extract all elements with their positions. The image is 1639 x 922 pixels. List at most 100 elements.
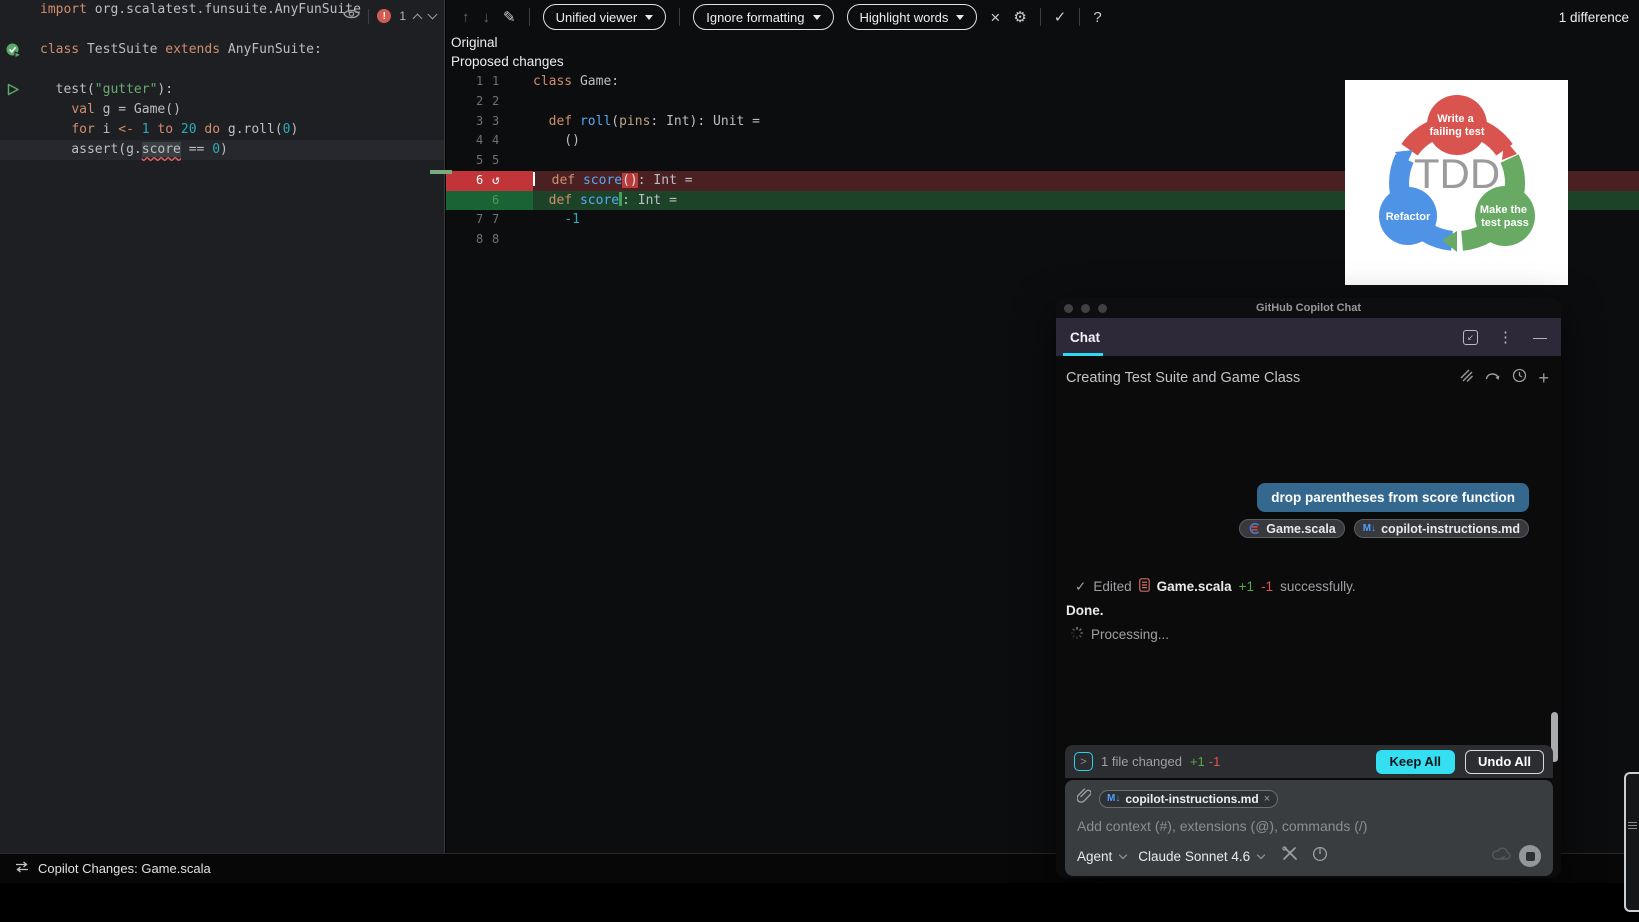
- tools-icon[interactable]: [1282, 846, 1298, 866]
- code-line[interactable]: class TestSuite extends AnyFunSuite:: [0, 40, 444, 60]
- new-chat-icon[interactable]: +: [1538, 369, 1549, 387]
- line-number: 4: [476, 133, 484, 148]
- paperclip-icon[interactable]: [1076, 788, 1092, 809]
- code-token: org.scalatest.funsuite.AnyFunSuite: [94, 2, 361, 17]
- keep-all-button[interactable]: Keep All: [1375, 749, 1456, 774]
- code-line[interactable]: test("gutter"):: [0, 80, 444, 100]
- chat-input-panel[interactable]: M↓ copilot-instructions.md × Add context…: [1065, 780, 1553, 876]
- formatting-dropdown[interactable]: Ignore formatting: [693, 4, 834, 30]
- code-line[interactable]: val g = Game(): [0, 100, 444, 120]
- history-clock-icon[interactable]: [1512, 368, 1527, 388]
- original-label: Original: [451, 35, 498, 50]
- code-line[interactable]: for i <- 1 to 20 do g.roll(0): [0, 120, 444, 140]
- run-class-gutter-icon[interactable]: [6, 43, 23, 64]
- code-token: class: [533, 74, 580, 89]
- diff-code: def score(): Int =: [533, 171, 693, 191]
- status-label[interactable]: Copilot Changes: Game.scala: [38, 861, 211, 876]
- inspection-widget[interactable]: ! 1: [343, 5, 438, 27]
- processing-row: Processing...: [1070, 626, 1169, 643]
- tdd-left-label: Refactor: [1386, 211, 1431, 223]
- next-change-icon[interactable]: ↓: [483, 10, 491, 25]
- change-scroll-marker: [430, 170, 452, 174]
- chat-input-field[interactable]: Add context (#), extensions (@), command…: [1077, 818, 1541, 834]
- code-token: ): [290, 122, 299, 137]
- run-test-gutter-icon[interactable]: [7, 83, 20, 101]
- next-error-icon[interactable]: [427, 9, 438, 19]
- stop-button[interactable]: [1519, 845, 1541, 867]
- tdd-center-label: TDD: [1414, 150, 1500, 197]
- code-token: for: [71, 122, 103, 137]
- tab-chat[interactable]: Chat: [1070, 330, 1100, 345]
- edit-icon[interactable]: ✎: [503, 10, 516, 25]
- line-number: 3: [492, 113, 500, 128]
- done-message: Done.: [1066, 603, 1104, 618]
- gear-icon[interactable]: ⚙: [1013, 10, 1026, 25]
- chat-window-title: GitHub Copilot Chat: [1255, 302, 1362, 314]
- line-number: 3: [476, 113, 484, 128]
- line-number: 8: [492, 232, 500, 246]
- error-badge-icon[interactable]: !: [377, 9, 392, 23]
- viewer-mode-dropdown[interactable]: Unified viewer: [542, 4, 667, 30]
- minimize-icon[interactable]: —: [1533, 329, 1547, 345]
- scala-file-icon: [1249, 523, 1260, 534]
- input-context-chip[interactable]: M↓ copilot-instructions.md ×: [1099, 789, 1279, 808]
- help-icon[interactable]: ?: [1093, 10, 1101, 25]
- chevron-down-icon: [645, 14, 654, 20]
- diff-gutter: 6: [446, 190, 533, 211]
- context-chip-game-scala[interactable]: Game.scala: [1239, 519, 1345, 538]
- apply-check-icon[interactable]: ✓: [1054, 10, 1067, 25]
- tdd-diagram-image: TDD Write a failing test Make the test p…: [1345, 80, 1568, 285]
- proposed-label: Proposed changes: [451, 53, 564, 69]
- dock-to-ide-icon[interactable]: ↙: [1463, 329, 1478, 345]
- prev-change-icon[interactable]: ↑: [462, 10, 470, 25]
- code-token: ): [220, 142, 228, 157]
- background-window-edge[interactable]: [1624, 772, 1639, 912]
- edited-file-name[interactable]: Game.scala: [1157, 579, 1232, 594]
- chat-titlebar[interactable]: GitHub Copilot Chat: [1056, 298, 1561, 318]
- highlight-dropdown[interactable]: Highlight words: [846, 4, 978, 30]
- divider: [1039, 8, 1041, 26]
- code-line[interactable]: assert(g.score == 0): [0, 140, 444, 160]
- code-token: ==: [180, 142, 213, 157]
- attach-icon[interactable]: [1459, 368, 1474, 388]
- context-chip-copilot-instructions[interactable]: M↓ copilot-instructions.md: [1353, 519, 1529, 538]
- code-line[interactable]: [0, 60, 444, 80]
- close-icon[interactable]: ×: [990, 9, 1000, 26]
- prev-error-icon[interactable]: [412, 13, 423, 23]
- code-token: 0: [212, 142, 221, 157]
- code-token: do: [204, 122, 228, 137]
- line-number: 1: [476, 74, 484, 88]
- code-token: : Int): Unit =: [650, 113, 760, 129]
- remove-chip-icon[interactable]: ×: [1264, 793, 1270, 805]
- line-number: 6: [476, 172, 484, 187]
- error-count: 1: [399, 9, 406, 23]
- processing-label: Processing...: [1091, 627, 1170, 642]
- code-token: g.roll(: [227, 122, 283, 137]
- usage-gauge-icon[interactable]: [1312, 846, 1328, 867]
- expand-changes-button[interactable]: >: [1074, 752, 1093, 771]
- markdown-icon: M↓: [1107, 793, 1121, 804]
- line-number: [476, 191, 492, 211]
- undo-all-button[interactable]: Undo All: [1465, 749, 1544, 774]
- agent-mode-dropdown[interactable]: Agent: [1077, 849, 1112, 864]
- redo-icon[interactable]: [1485, 369, 1501, 387]
- eye-icon[interactable]: [343, 7, 361, 25]
- code-token: 0: [282, 122, 291, 137]
- diff-gutter: 33: [446, 112, 533, 132]
- line-number: 2: [492, 93, 500, 108]
- revert-icon[interactable]: ↺: [492, 171, 508, 191]
- kebab-menu-icon[interactable]: ⋮: [1498, 328, 1513, 346]
- viewer-labels: Original Proposed changes: [446, 34, 1639, 71]
- highlight-label: Highlight words: [859, 9, 949, 25]
- line-number: 4: [492, 133, 500, 148]
- code-token: import: [40, 2, 95, 17]
- cloud-send-icon: [1492, 847, 1513, 866]
- diff-toolbar: ↑ ↓ ✎ Unified viewer Ignore formatting H…: [446, 0, 1639, 34]
- check-icon: ✓: [1075, 578, 1087, 594]
- divider: [1079, 8, 1081, 26]
- model-dropdown[interactable]: Claude Sonnet 4.6: [1138, 849, 1250, 864]
